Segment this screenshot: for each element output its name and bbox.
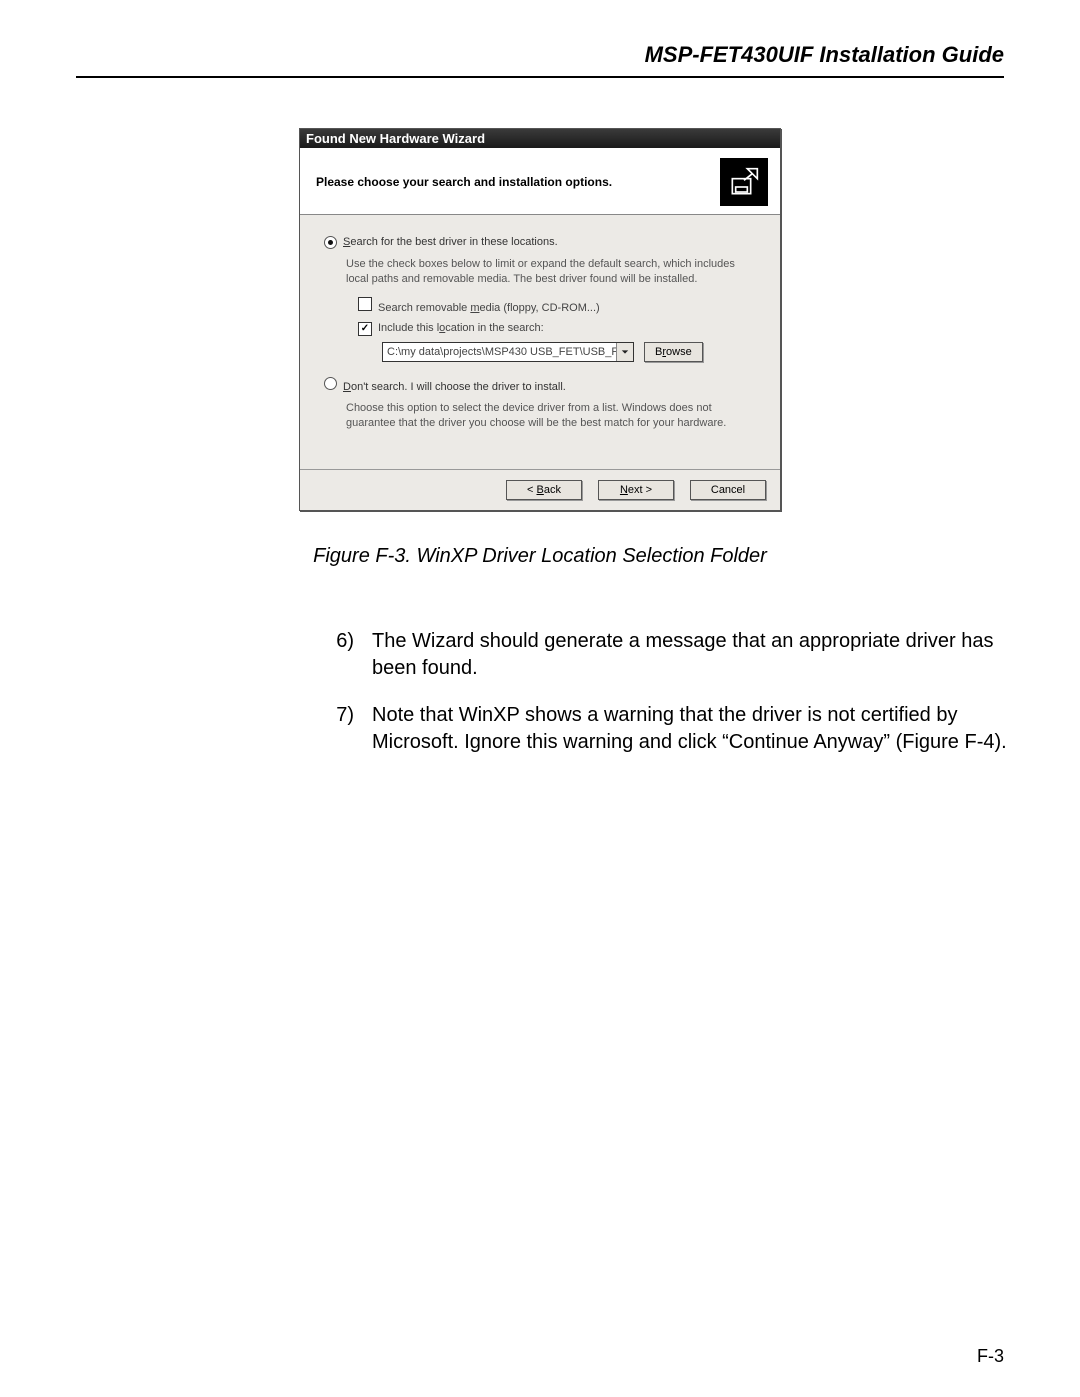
step-text: Note that WinXP shows a warning that the…	[372, 702, 1026, 756]
radio-dont-search-desc: Choose this option to select the device …	[346, 401, 756, 431]
step-7: 7) Note that WinXP shows a warning that …	[326, 702, 1026, 756]
step-text: The Wizard should generate a message tha…	[372, 628, 1026, 682]
radio-dont-search[interactable]: Don't search. I will choose the driver t…	[324, 376, 756, 393]
step-number: 7)	[326, 702, 354, 756]
wizard-body: Search for the best driver in these loca…	[300, 215, 780, 469]
checkbox-unchecked-icon	[358, 297, 372, 311]
radio-search-label: Search for the best driver in these loca…	[343, 236, 558, 248]
wizard-container: Found New Hardware Wizard Please choose …	[76, 128, 1004, 511]
figure-caption: Figure F-3. WinXP Driver Location Select…	[76, 545, 1004, 568]
step-number: 6)	[326, 628, 354, 682]
document-page: MSP-FET430UIF Installation Guide Found N…	[0, 0, 1080, 1397]
instruction-steps: 6) The Wizard should generate a message …	[326, 628, 1026, 756]
chevron-down-icon[interactable]	[616, 343, 633, 361]
location-path-combo[interactable]: C:\my data\projects\MSP430 USB_FET\USB_F…	[382, 342, 634, 362]
step-6: 6) The Wizard should generate a message …	[326, 628, 1026, 682]
found-new-hardware-wizard: Found New Hardware Wizard Please choose …	[299, 128, 781, 511]
wizard-button-row: < Back Next > Cancel	[300, 470, 780, 510]
install-media-icon	[724, 162, 764, 202]
device-icon	[720, 158, 768, 206]
header-rule	[76, 76, 1004, 78]
checkbox-include-location-label: Include this location in the search:	[378, 322, 544, 334]
wizard-header-band: Please choose your search and installati…	[300, 148, 780, 215]
doc-header: MSP-FET430UIF Installation Guide	[76, 42, 1004, 68]
back-button[interactable]: < Back	[506, 480, 582, 500]
radio-dont-search-label: Don't search. I will choose the driver t…	[343, 381, 566, 393]
radio-search-best-driver[interactable]: Search for the best driver in these loca…	[324, 235, 756, 249]
wizard-prompt: Please choose your search and installati…	[316, 175, 624, 189]
checkbox-removable-media[interactable]: Search removable media (floppy, CD-ROM..…	[358, 297, 756, 314]
wizard-titlebar: Found New Hardware Wizard	[300, 129, 780, 148]
cancel-button[interactable]: Cancel	[690, 480, 766, 500]
checkbox-removable-media-label: Search removable media (floppy, CD-ROM..…	[378, 302, 600, 314]
checkbox-checked-icon	[358, 322, 372, 336]
browse-button[interactable]: Browse	[644, 342, 703, 362]
next-button[interactable]: Next >	[598, 480, 674, 500]
radio-icon-unselected	[324, 377, 337, 390]
checkbox-include-location[interactable]: Include this location in the search:	[358, 322, 756, 336]
page-number: F-3	[977, 1346, 1004, 1367]
location-path-value: C:\my data\projects\MSP430 USB_FET\USB_F…	[383, 345, 616, 359]
radio-search-desc: Use the check boxes below to limit or ex…	[346, 257, 756, 287]
radio-icon-selected	[324, 236, 337, 249]
